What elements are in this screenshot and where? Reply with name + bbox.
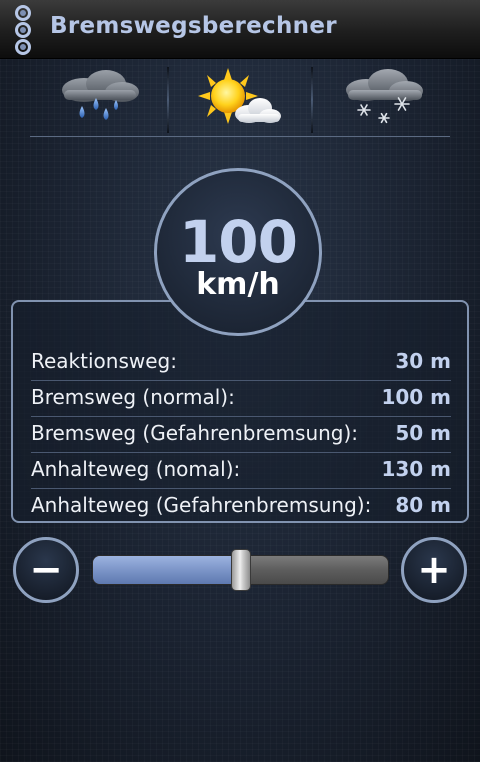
result-value: 30 m xyxy=(395,349,451,373)
increase-speed-button[interactable]: + xyxy=(401,537,467,603)
weather-rain-button[interactable] xyxy=(30,63,168,133)
speed-display: 100 km/h xyxy=(154,168,322,336)
snow-cloud-icon xyxy=(346,69,423,124)
speed-unit: km/h xyxy=(196,267,280,302)
speed-slider-thumb[interactable] xyxy=(230,549,251,591)
weather-snow-button[interactable] xyxy=(314,63,452,133)
result-label: Reaktionsweg: xyxy=(31,349,177,373)
speed-slider-fill xyxy=(93,556,241,584)
result-label: Anhalteweg (Gefahrenbremsung): xyxy=(31,493,372,517)
sun-cloud-icon xyxy=(198,68,281,124)
result-value: 50 m xyxy=(395,421,451,445)
result-row: Anhalteweg (nomal): 130 m xyxy=(31,452,451,488)
decrease-speed-button[interactable]: − xyxy=(13,537,79,603)
app-title: Bremswegsberechner xyxy=(50,13,337,39)
result-value: 100 m xyxy=(381,385,451,409)
divider xyxy=(311,67,313,133)
weather-sunny-button[interactable] xyxy=(170,63,308,133)
result-row: Bremsweg (normal): 100 m xyxy=(31,380,451,416)
result-row: Bremsweg (Gefahrenbremsung): 50 m xyxy=(31,416,451,452)
result-value: 130 m xyxy=(381,457,451,481)
title-bar: Bremswegsberechner xyxy=(0,0,480,59)
result-label: Bremsweg (normal): xyxy=(31,385,235,409)
result-row: Reaktionsweg: 30 m xyxy=(31,344,451,380)
weather-underline xyxy=(30,136,450,137)
speed-value: 100 xyxy=(178,208,298,276)
weather-selector xyxy=(30,63,450,137)
result-value: 80 m xyxy=(395,493,451,517)
rain-cloud-icon xyxy=(62,70,139,120)
app-icon xyxy=(15,5,31,55)
divider xyxy=(167,67,169,133)
result-label: Anhalteweg (nomal): xyxy=(31,457,241,481)
result-label: Bremsweg (Gefahrenbremsung): xyxy=(31,421,359,445)
result-row: Anhalteweg (Gefahrenbremsung): 80 m xyxy=(31,488,451,524)
